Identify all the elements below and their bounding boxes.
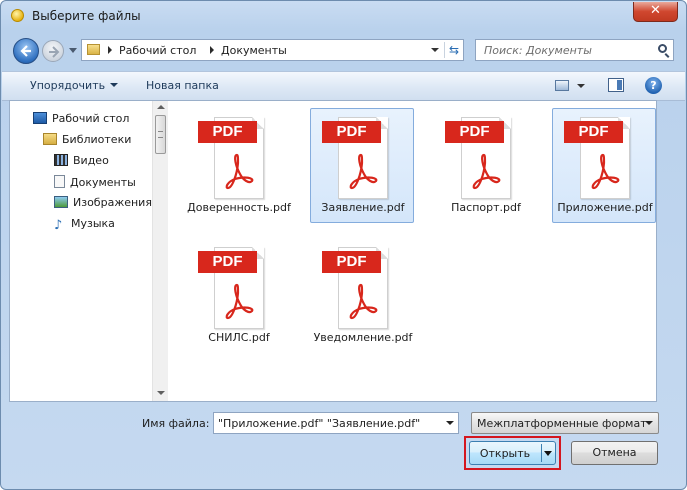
nav-item-images[interactable]: Изображения	[54, 196, 152, 209]
file-name: Уведомление.pdf	[313, 331, 413, 344]
scroll-down-icon[interactable]	[157, 391, 165, 395]
scroll-up-icon[interactable]	[157, 105, 165, 109]
organize-button[interactable]: Упорядочить	[30, 79, 119, 92]
file-name: СНИЛС.pdf	[208, 331, 270, 344]
pdf-badge: PDF	[445, 121, 504, 143]
recent-locations-dropdown[interactable]	[69, 48, 77, 53]
divider	[541, 444, 542, 462]
divider	[444, 42, 445, 58]
open-options-dropdown-icon[interactable]	[544, 451, 552, 456]
libraries-icon	[43, 133, 57, 145]
pdf-badge: PDF	[564, 121, 623, 143]
new-folder-button[interactable]: Новая папка	[146, 79, 219, 92]
search-icon[interactable]	[658, 44, 667, 53]
chevron-down-icon[interactable]	[446, 421, 454, 425]
title-bar[interactable]: Выберите файлы ✕	[1, 1, 686, 31]
file-name: Заявление.pdf	[321, 201, 405, 214]
file-name: Приложение.pdf	[557, 201, 653, 214]
nav-item-music[interactable]: ♪ Музыка	[54, 217, 115, 234]
refresh-icon[interactable]: ⇆	[449, 43, 459, 57]
documents-icon	[54, 175, 65, 188]
forward-button[interactable]	[42, 40, 64, 62]
file-item[interactable]: PDF Приложение.pdf	[552, 108, 656, 223]
file-item[interactable]: PDF Заявление.pdf	[310, 108, 414, 223]
file-item[interactable]: PDF Паспорт.pdf	[433, 108, 537, 223]
music-icon: ♪	[54, 218, 63, 233]
file-type-select[interactable]: Межплатформенные формат	[471, 412, 659, 434]
window-title: Выберите файлы	[32, 9, 141, 23]
pdf-badge: PDF	[322, 121, 381, 143]
nav-item-label: Видео	[73, 154, 109, 167]
scroll-thumb[interactable]	[155, 115, 166, 154]
filename-label: Имя файла:	[142, 417, 210, 430]
pdf-badge: PDF	[198, 251, 257, 273]
close-button[interactable]: ✕	[633, 2, 678, 22]
search-placeholder: Поиск: Документы	[484, 44, 592, 57]
file-name: Доверенность.pdf	[187, 201, 291, 214]
acrobat-logo-icon	[225, 153, 254, 190]
file-type-value: Межплатформенные формат	[477, 417, 647, 430]
nav-item-label: Музыка	[71, 217, 115, 230]
acrobat-logo-icon	[225, 283, 254, 320]
open-button-label: Открыть	[479, 447, 531, 460]
nav-item-video[interactable]: Видео	[54, 154, 109, 167]
nav-item-libraries[interactable]: Библиотеки	[43, 133, 131, 146]
file-item[interactable]: PDF Уведомление.pdf	[310, 238, 414, 353]
nav-item-label: Документы	[70, 176, 136, 189]
browser-content: Рабочий стол Библиотеки Видео Документы …	[9, 100, 657, 402]
change-view-icon[interactable]	[555, 80, 569, 91]
command-toolbar: Упорядочить Новая папка ?	[2, 71, 685, 101]
chevron-down-icon	[110, 83, 119, 87]
navigation-pane: Рабочий стол Библиотеки Видео Документы …	[10, 101, 168, 401]
address-bar[interactable]: Рабочий стол Документы ⇆	[81, 39, 464, 61]
pdf-badge: PDF	[198, 121, 257, 143]
navigation-bar: Рабочий стол Документы ⇆ Поиск: Документ…	[1, 36, 686, 66]
view-options-dropdown[interactable]	[577, 84, 585, 88]
desktop-icon	[33, 112, 47, 124]
file-open-dialog: Выберите файлы ✕ Рабочий стол Документы …	[0, 0, 687, 490]
forward-arrow-icon	[49, 46, 60, 58]
nav-item-label: Библиотеки	[62, 133, 132, 146]
file-item[interactable]: PDF Доверенность.pdf	[186, 108, 291, 223]
breadcrumb-separator-icon[interactable]	[210, 46, 214, 54]
help-icon[interactable]: ?	[645, 77, 662, 94]
file-list: PDF Доверенность.pdf PDF Заявление.pdf P…	[170, 101, 656, 401]
images-icon	[54, 196, 68, 208]
acrobat-logo-icon	[591, 153, 620, 190]
search-input[interactable]: Поиск: Документы	[475, 39, 674, 61]
navigation-scrollbar[interactable]	[152, 101, 168, 401]
cancel-button[interactable]: Отмена	[571, 441, 658, 465]
nav-item-documents[interactable]: Документы	[54, 175, 136, 189]
back-button[interactable]	[13, 38, 39, 64]
back-arrow-icon	[20, 45, 31, 57]
chevron-down-icon	[645, 421, 653, 425]
file-item[interactable]: PDF СНИЛС.pdf	[186, 238, 290, 353]
nav-item-desktop[interactable]: Рабочий стол	[33, 112, 129, 125]
file-name: Паспорт.pdf	[451, 201, 521, 214]
filename-input[interactable]: "Приложение.pdf" "Заявление.pdf"	[213, 412, 459, 434]
app-icon	[11, 9, 24, 22]
address-dropdown-icon[interactable]	[431, 48, 439, 52]
acrobat-logo-icon	[349, 283, 378, 320]
acrobat-logo-icon	[472, 153, 501, 190]
nav-item-label: Изображения	[73, 196, 152, 209]
breadcrumb-desktop[interactable]: Рабочий стол	[119, 44, 196, 57]
pdf-badge: PDF	[322, 251, 381, 273]
open-button[interactable]: Открыть	[469, 441, 556, 465]
preview-pane-icon[interactable]	[608, 78, 624, 92]
breadcrumb-documents[interactable]: Документы	[221, 44, 287, 57]
video-icon	[54, 154, 68, 166]
organize-label: Упорядочить	[30, 79, 106, 92]
breadcrumb-separator-icon[interactable]	[108, 46, 112, 54]
filename-value: "Приложение.pdf" "Заявление.pdf"	[218, 417, 421, 430]
acrobat-logo-icon	[349, 153, 378, 190]
nav-item-label: Рабочий стол	[52, 112, 130, 125]
folder-icon	[87, 44, 100, 55]
